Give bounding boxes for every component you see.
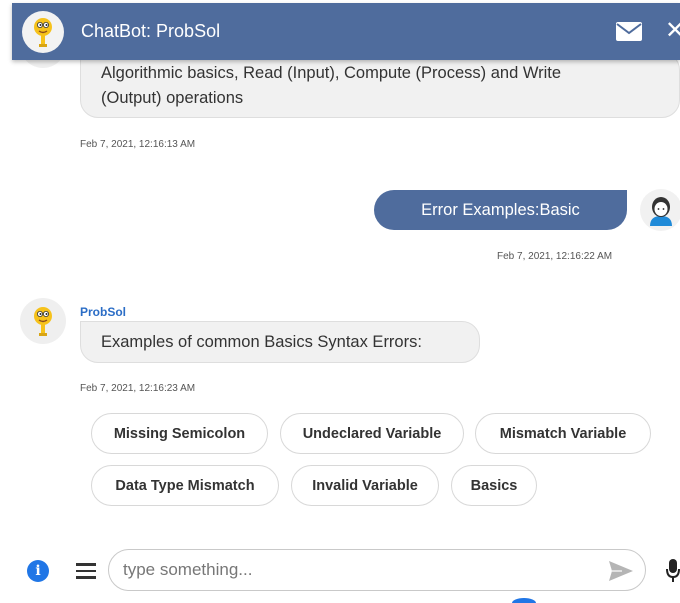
message-text: Error Examples:Basic <box>421 200 580 219</box>
menu-icon[interactable] <box>76 563 96 579</box>
chat-title: ChatBot: ProbSol <box>81 21 221 41</box>
mail-icon[interactable] <box>616 22 642 41</box>
user-avatar-icon <box>650 197 672 226</box>
message-text: Examples of common Basics Syntax Errors: <box>101 333 422 351</box>
bot-message-bubble: Examples of common Basics Syntax Errors: <box>80 321 480 363</box>
message-input[interactable] <box>123 558 593 582</box>
bot-message-bubble: Algorithmic basics, Read (Input), Comput… <box>80 52 680 118</box>
user-avatar <box>640 189 680 231</box>
info-icon[interactable]: i <box>27 560 49 582</box>
quick-reply-chip[interactable]: Undeclared Variable <box>280 413 464 454</box>
message-timestamp: Feb 7, 2021, 12:16:22 AM <box>497 251 613 262</box>
message-timestamp: Feb 7, 2021, 12:16:23 AM <box>80 383 196 394</box>
message-text-line: Algorithmic basics, Read (Input), Comput… <box>101 64 562 82</box>
quick-reply-chip[interactable]: Data Type Mismatch <box>91 465 279 506</box>
message-timestamp: Feb 7, 2021, 12:16:13 AM <box>80 139 196 150</box>
bot-mascot-icon <box>34 18 52 47</box>
message-input-box[interactable] <box>108 549 646 591</box>
close-icon[interactable]: ✕ <box>665 19 680 43</box>
user-message-bubble: Error Examples:Basic <box>374 190 627 230</box>
send-icon[interactable] <box>608 559 634 583</box>
mic-icon[interactable] <box>666 559 680 583</box>
quick-reply-chip[interactable]: Missing Semicolon <box>91 413 268 454</box>
message-text-line: (Output) operations <box>101 89 244 107</box>
quick-reply-chip[interactable]: Basics <box>451 465 537 506</box>
bot-avatar <box>20 298 66 344</box>
chat-header: ChatBot: ProbSol ✕ <box>12 3 680 60</box>
scroll-indicator[interactable] <box>512 598 536 603</box>
sender-name: ProbSol <box>80 305 127 319</box>
bot-avatar <box>22 11 64 53</box>
quick-reply-chip[interactable]: Invalid Variable <box>291 465 439 506</box>
quick-reply-chip[interactable]: Mismatch Variable <box>475 413 651 454</box>
bot-mascot-icon <box>34 307 52 336</box>
